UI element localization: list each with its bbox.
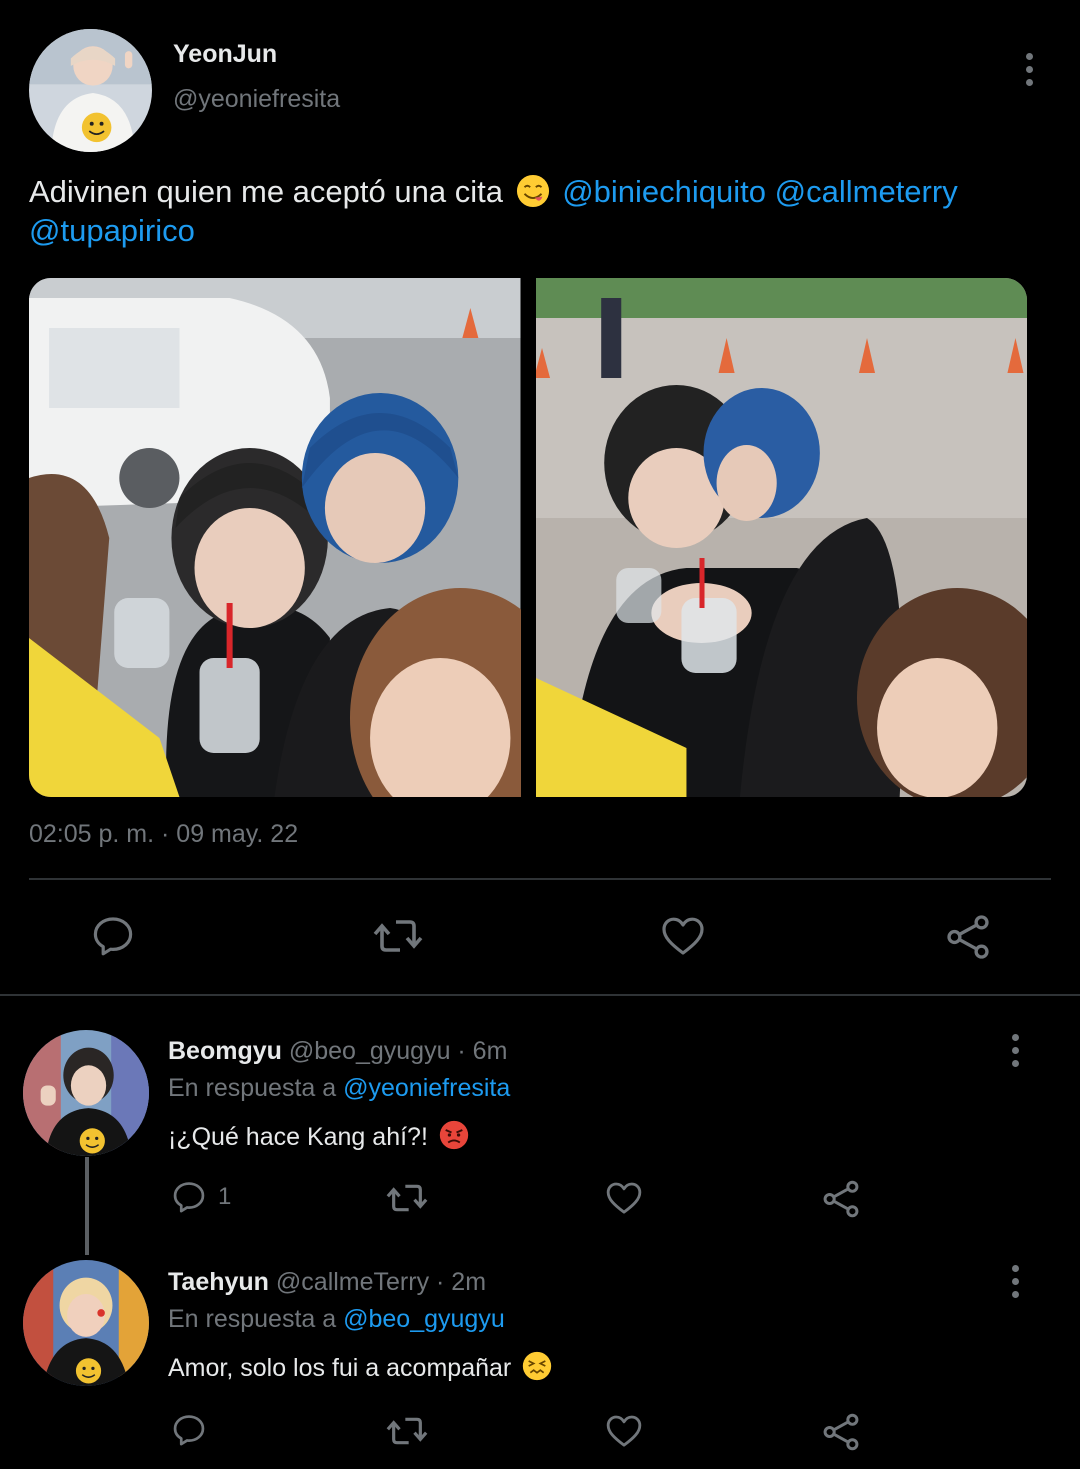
more-options-icon[interactable]	[995, 1030, 1035, 1070]
divider	[29, 878, 1051, 880]
mention-link[interactable]: @callmeterry	[775, 174, 958, 209]
reply-body: ¡¿Qué hace Kang ahí?!	[168, 1123, 428, 1151]
angry-face-emoji	[439, 1120, 469, 1150]
yum-face-emoji	[516, 174, 550, 208]
mention-link[interactable]: @tupapirico	[29, 213, 195, 248]
retweet-icon	[386, 1417, 428, 1445]
reply-author-name[interactable]: Taehyun	[168, 1268, 269, 1296]
reply-avatar[interactable]	[23, 1260, 149, 1386]
retweet-button[interactable]	[385, 1411, 429, 1451]
author-name[interactable]: YeonJun	[173, 40, 277, 69]
share-button[interactable]	[820, 1178, 862, 1220]
heart-icon	[606, 1182, 642, 1214]
tweet-photo[interactable]	[535, 278, 1027, 797]
reply-count: 1	[218, 1183, 232, 1210]
reply-icon	[173, 1415, 205, 1446]
share-button[interactable]	[820, 1411, 862, 1453]
reply-author-name[interactable]: Beomgyu	[168, 1037, 282, 1065]
reply-button[interactable]: 1	[170, 1178, 231, 1216]
heart-icon	[662, 917, 704, 955]
confounded-face-emoji	[522, 1351, 552, 1381]
share-icon	[947, 915, 989, 959]
reply-handle-time[interactable]: @callmeTerry · 2m	[276, 1268, 486, 1296]
share-icon	[823, 1180, 859, 1218]
more-options-icon[interactable]	[995, 1261, 1035, 1301]
retweet-button[interactable]	[385, 1178, 429, 1218]
author-handle[interactable]: @yeoniefresita	[173, 85, 340, 114]
retweet-icon	[373, 920, 423, 952]
like-button[interactable]	[603, 1411, 645, 1451]
reply-body: Amor, solo los fui a acompañar	[168, 1354, 512, 1382]
tweet-timestamp[interactable]: 02:05 p. m. · 09 may. 22	[29, 820, 298, 849]
reply-text: Amor, solo los fui a acompañar	[168, 1351, 556, 1383]
divider	[0, 994, 1080, 996]
tweet-photo[interactable]	[29, 278, 521, 797]
tweet-media	[29, 278, 1027, 797]
reply-header: Beomgyu @beo_gyugyu · 6m	[168, 1037, 507, 1066]
reply-context: En respuesta a @beo_gyugyu	[168, 1305, 505, 1334]
thread-line	[85, 1157, 89, 1255]
reply-context-handle[interactable]: @beo_gyugyu	[343, 1305, 505, 1333]
heart-icon	[606, 1415, 642, 1447]
tweet-body: Adivinen quien me aceptó una cita	[29, 174, 503, 209]
share-button[interactable]	[943, 912, 993, 962]
reply-icon	[173, 1182, 205, 1213]
reply-context-handle[interactable]: @yeoniefresita	[343, 1074, 510, 1102]
reply-context-prefix: En respuesta a	[168, 1305, 337, 1333]
reply-button[interactable]	[170, 1411, 218, 1449]
reply-button[interactable]	[89, 912, 137, 960]
share-icon	[823, 1413, 859, 1451]
reply-avatar[interactable]	[23, 1030, 149, 1156]
retweet-button[interactable]	[372, 912, 424, 960]
more-options-icon[interactable]	[1009, 49, 1049, 89]
reply-text: ¡¿Qué hace Kang ahí?!	[168, 1120, 473, 1152]
author-avatar[interactable]	[29, 29, 152, 152]
tweet-text: Adivinen quien me aceptó una cita @binie…	[29, 172, 1039, 250]
reply-icon	[93, 917, 133, 956]
reply-handle-time[interactable]: @beo_gyugyu · 6m	[289, 1037, 508, 1065]
like-button[interactable]	[658, 912, 708, 960]
reply-context-prefix: En respuesta a	[168, 1074, 337, 1102]
retweet-icon	[386, 1184, 428, 1212]
tweet-header: YeonJun @yeoniefresita	[0, 0, 1080, 160]
reply-header: Taehyun @callmeTerry · 2m	[168, 1268, 486, 1297]
like-button[interactable]	[603, 1178, 645, 1218]
reply-context: En respuesta a @yeoniefresita	[168, 1074, 510, 1103]
mention-link[interactable]: @biniechiquito	[562, 174, 766, 209]
